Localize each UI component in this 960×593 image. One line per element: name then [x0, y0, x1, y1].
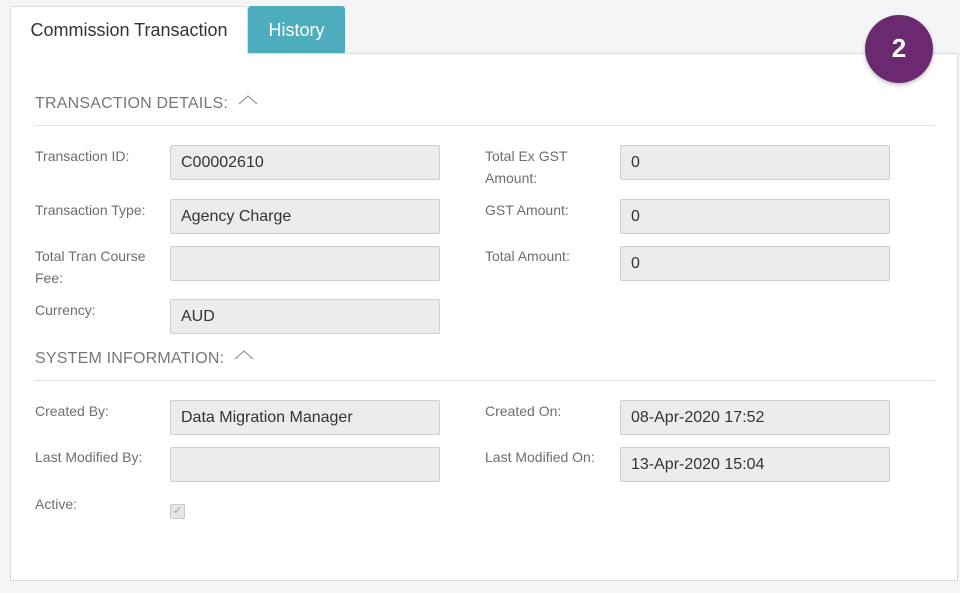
last-modified-on-field[interactable]: 13-Apr-2020 15:04	[620, 447, 890, 482]
currency-field[interactable]: AUD	[170, 299, 440, 334]
created-on-label: Created On:	[485, 403, 562, 419]
total-ex-gst-amount-field[interactable]: 0	[620, 145, 890, 180]
created-on-field[interactable]: 08-Apr-2020 17:52	[620, 400, 890, 435]
last-modified-on-label: Last Modified On:	[485, 449, 595, 465]
last-modified-by-label: Last Modified By:	[35, 449, 143, 465]
total-tran-course-fee-label: Total Tran Course Fee:	[35, 248, 146, 286]
chevron-up-icon[interactable]	[234, 347, 254, 365]
created-by-field[interactable]: Data Migration Manager	[170, 400, 440, 435]
system-information-header[interactable]: SYSTEM INFORMATION:	[35, 347, 935, 381]
transaction-type-field[interactable]: Agency Charge	[170, 199, 440, 234]
active-checkbox[interactable]: ✓	[170, 504, 185, 519]
checkmark-icon: ✓	[172, 505, 183, 517]
active-label: Active:	[35, 496, 78, 512]
total-amount-label: Total Amount:	[485, 248, 570, 264]
tab-commission-transaction[interactable]: Commission Transaction	[10, 6, 248, 54]
transaction-id-label: Transaction ID:	[35, 148, 130, 164]
transaction-details-header[interactable]: TRANSACTION DETAILS:	[35, 92, 935, 126]
created-by-label: Created By:	[35, 403, 109, 419]
total-amount-field[interactable]: 0	[620, 246, 890, 281]
commission-transaction-panel: TRANSACTION DETAILS: Transaction ID: C00…	[10, 53, 958, 581]
total-tran-course-fee-field[interactable]	[170, 246, 440, 281]
gst-amount-field[interactable]: 0	[620, 199, 890, 234]
transaction-id-field[interactable]: C00002610	[170, 145, 440, 180]
transaction-details-title: TRANSACTION DETAILS:	[35, 95, 229, 112]
gst-amount-label: GST Amount:	[485, 202, 569, 218]
tab-bar: Commission Transaction History	[10, 6, 345, 54]
transaction-type-label: Transaction Type:	[35, 202, 146, 218]
step-badge: 2	[865, 15, 933, 83]
currency-label: Currency:	[35, 302, 96, 318]
system-information-title: SYSTEM INFORMATION:	[35, 350, 225, 367]
tab-history[interactable]: History	[248, 6, 345, 54]
total-ex-gst-amount-label: Total Ex GST Amount:	[485, 148, 568, 186]
chevron-up-icon[interactable]	[238, 92, 258, 110]
last-modified-by-field[interactable]	[170, 447, 440, 482]
